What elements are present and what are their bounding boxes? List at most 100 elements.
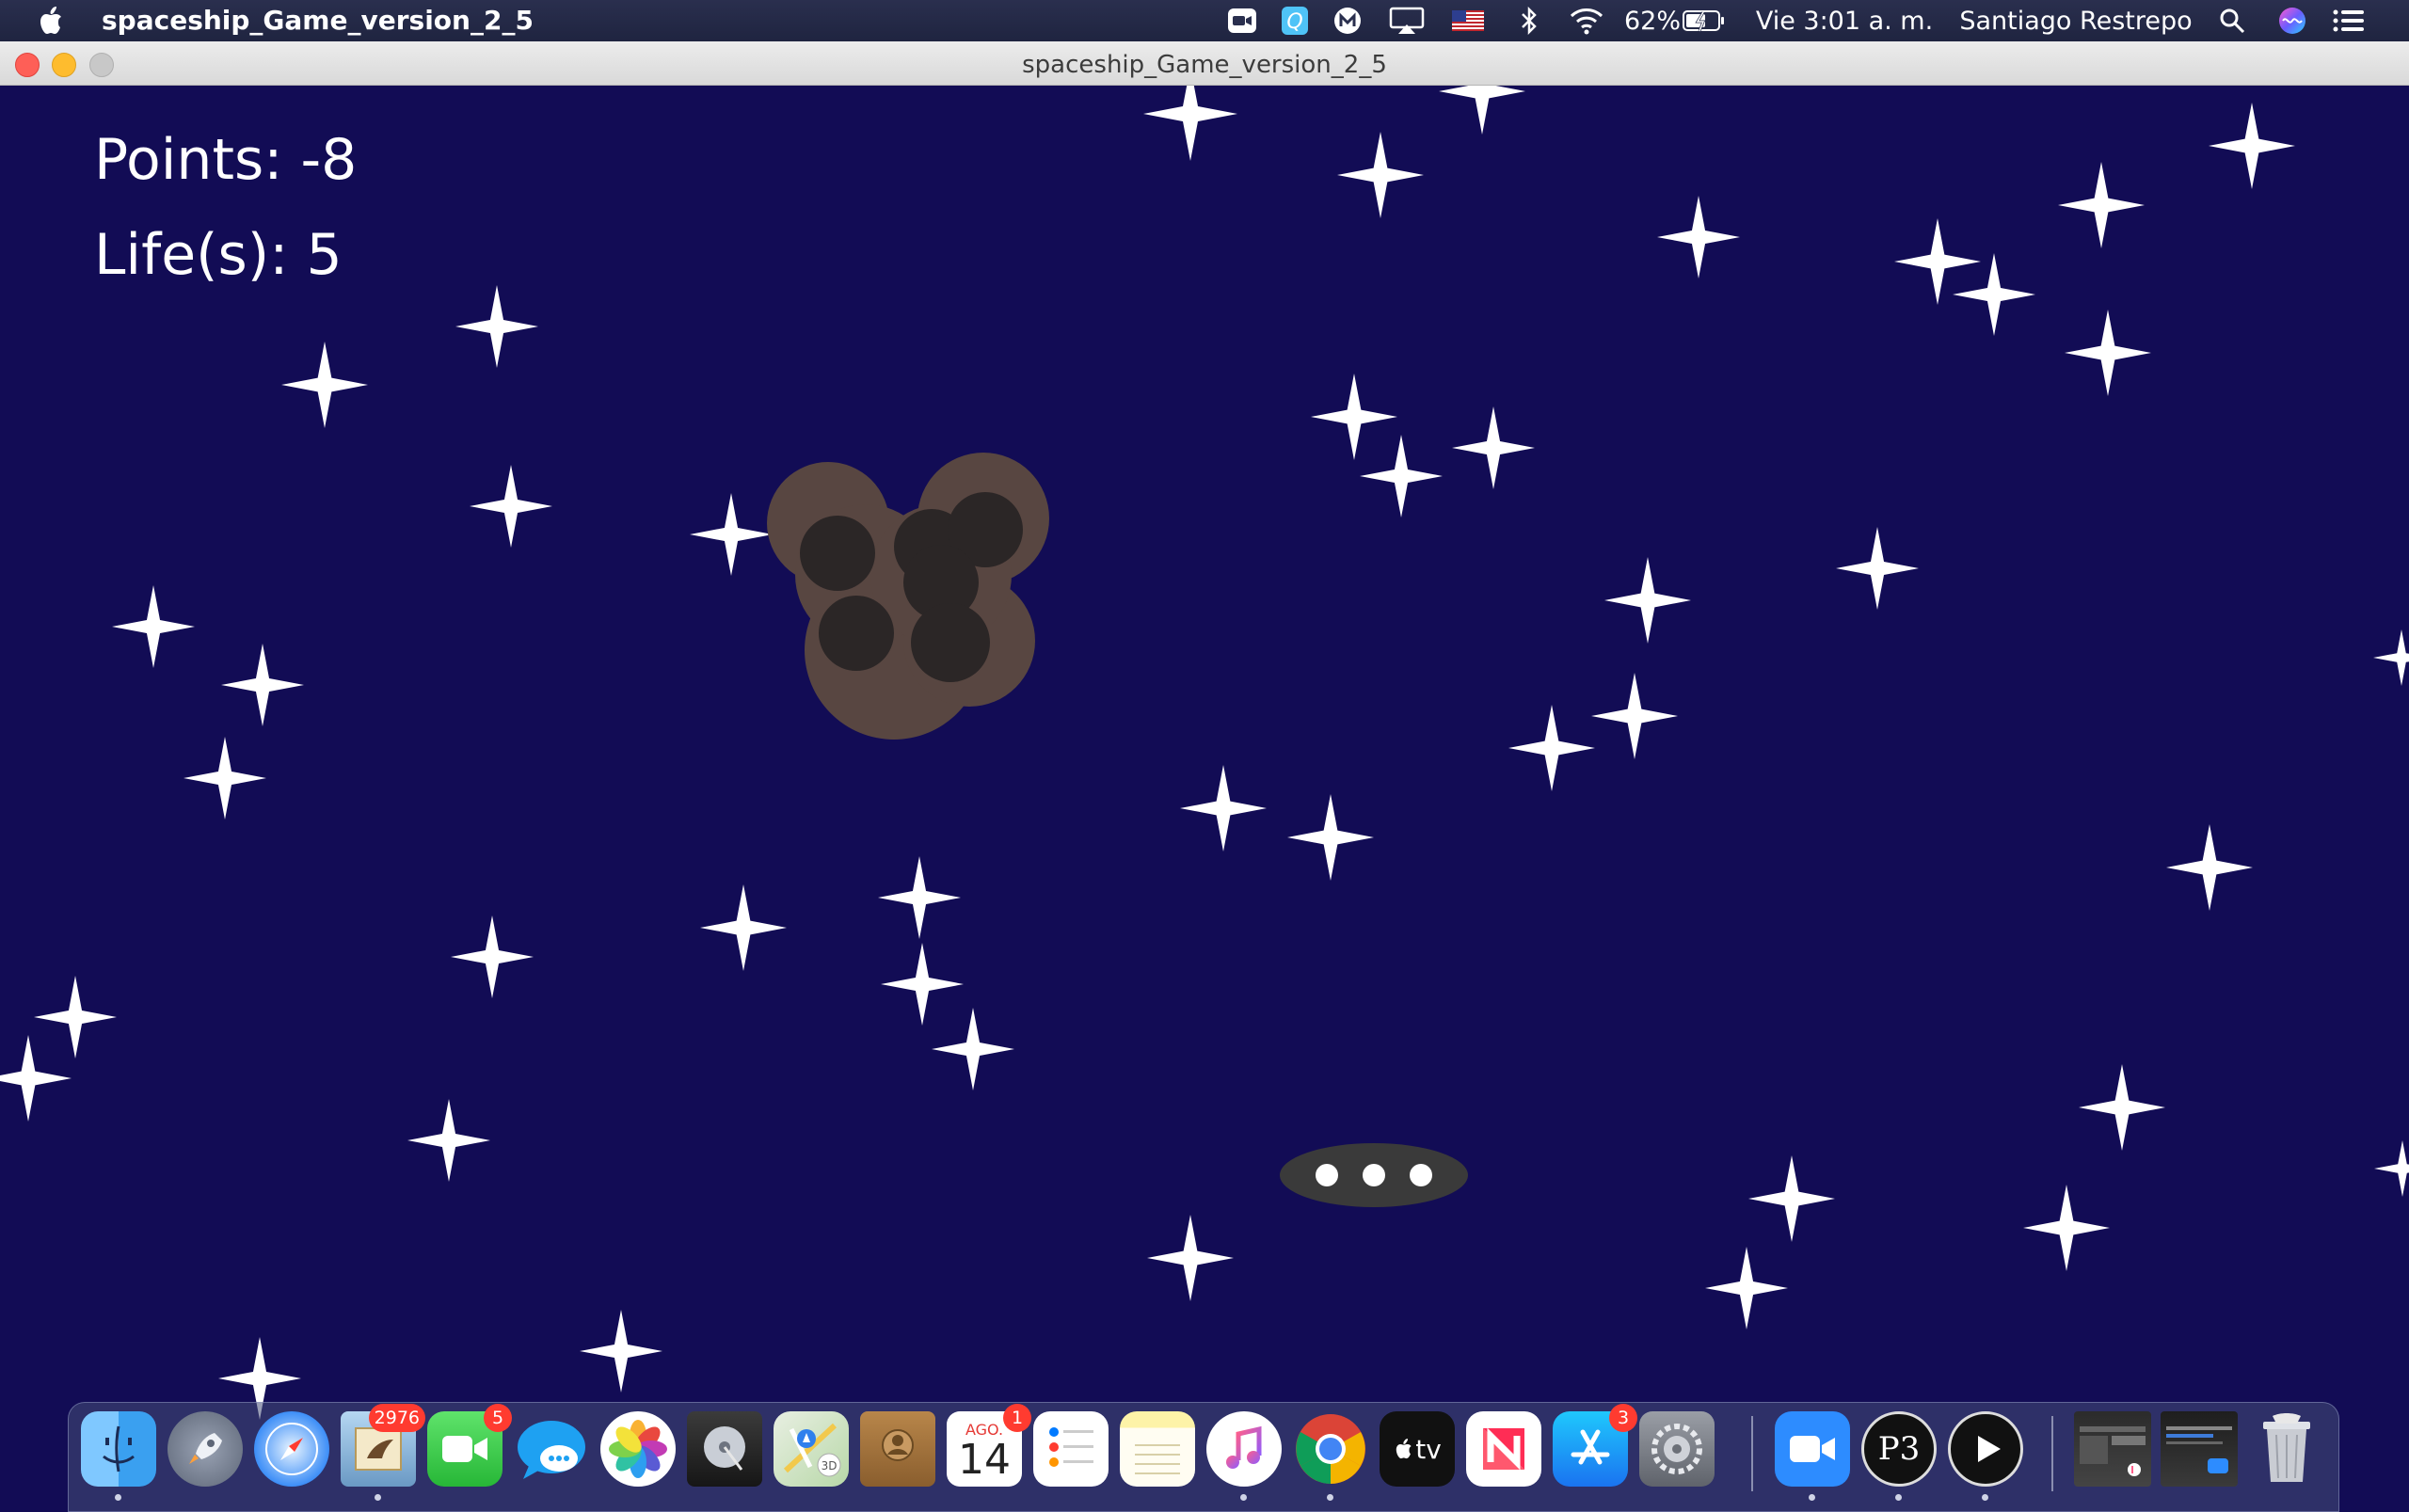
dock-separator (1751, 1416, 1753, 1491)
star (932, 1008, 1014, 1090)
window-title: spaceship_Game_version_2_5 (1022, 51, 1387, 79)
star (2373, 629, 2409, 686)
battery-percentage[interactable]: 62% (1624, 0, 1681, 41)
mail-running-indicator (375, 1494, 381, 1501)
siri-icon[interactable] (2275, 0, 2309, 41)
processing-player-icon[interactable] (1948, 1411, 2023, 1487)
recent-window-thumbnail[interactable] (2074, 1411, 2151, 1487)
zoom-icon[interactable] (1225, 0, 1259, 41)
star (1311, 374, 1397, 460)
apple-tv-label: tv (1415, 1433, 1442, 1465)
star (2065, 310, 2151, 396)
star (451, 915, 534, 998)
star (0, 1035, 72, 1122)
finder-running-indicator (115, 1494, 121, 1501)
apple-menu-icon[interactable] (36, 4, 64, 38)
calendar-icon[interactable]: AGO. 14 1 (947, 1404, 1031, 1487)
star (2079, 1064, 2165, 1151)
active-app-name[interactable]: spaceship_Game_version_2_5 (102, 5, 534, 36)
system-preferences-icon[interactable] (1639, 1411, 1715, 1487)
star (1748, 1155, 1835, 1242)
star (1508, 705, 1595, 791)
star (1452, 406, 1535, 489)
launchpad-icon[interactable] (168, 1411, 243, 1487)
search-icon[interactable] (2215, 0, 2249, 41)
star (2209, 103, 2295, 189)
svg-text:Q: Q (1286, 10, 1302, 34)
star (878, 856, 961, 939)
star (580, 1310, 662, 1393)
star (1705, 1247, 1788, 1329)
recent-window-thumbnail-2[interactable] (2161, 1411, 2238, 1487)
menu-clock[interactable]: Vie 3:01 a. m. (1756, 0, 1933, 41)
points-counter: Points: -8 (94, 127, 358, 193)
star (1439, 86, 1525, 135)
user-name[interactable]: Santiago Restrepo (1959, 0, 2193, 41)
star (221, 644, 304, 726)
facetime-badge: 5 (484, 1404, 512, 1432)
disk-utility-icon[interactable] (687, 1411, 762, 1487)
malwarebytes-icon[interactable] (1331, 0, 1364, 41)
star (1143, 86, 1237, 161)
processing-player-running-indicator (1982, 1494, 1988, 1501)
star (1836, 527, 1919, 610)
control-center-icon[interactable] (2330, 0, 2368, 41)
star (700, 884, 787, 971)
star (34, 976, 117, 1058)
news-icon[interactable] (1466, 1411, 1541, 1487)
processing-running-indicator (1895, 1494, 1902, 1501)
star (690, 493, 773, 576)
star (2058, 162, 2145, 248)
star (1337, 132, 1424, 218)
music-running-indicator (1240, 1494, 1247, 1501)
app-store-icon[interactable]: 3 (1553, 1404, 1637, 1487)
mail-badge: 2976 (368, 1404, 425, 1432)
chrome-icon[interactable] (1293, 1411, 1368, 1487)
wifi-icon[interactable] (1566, 0, 1607, 41)
photos-icon[interactable] (600, 1411, 676, 1487)
game-canvas[interactable]: Points: -8 Life(s): 5 (0, 86, 2409, 1505)
us-flag-icon[interactable] (1449, 0, 1487, 41)
quicktime-icon[interactable]: Q (1278, 0, 1312, 41)
bluetooth-icon[interactable] (1515, 0, 1543, 41)
zoom-running-indicator (1809, 1494, 1815, 1501)
trash-icon[interactable] (2249, 1411, 2324, 1487)
star (1591, 673, 1678, 759)
zoom-app-icon[interactable] (1775, 1411, 1850, 1487)
star (1657, 196, 1740, 279)
messages-icon[interactable] (514, 1411, 589, 1487)
svg-text:3D: 3D (822, 1459, 838, 1472)
star (2374, 1140, 2409, 1197)
menu-bar: spaceship_Game_version_2_5 Q 62% Vie 3:0… (0, 0, 2409, 41)
contacts-icon[interactable] (860, 1411, 935, 1487)
apple-tv-icon[interactable]: tv (1380, 1411, 1455, 1487)
star (455, 285, 538, 368)
starfield (0, 86, 2409, 1420)
processing-icon[interactable]: P3 (1861, 1411, 1937, 1487)
star (2166, 824, 2253, 911)
facetime-icon[interactable]: 5 (427, 1404, 512, 1487)
reminders-icon[interactable] (1033, 1411, 1109, 1487)
star (112, 585, 195, 668)
airplay-icon[interactable] (1387, 0, 1427, 41)
star (470, 465, 552, 548)
star (281, 342, 368, 428)
star (881, 943, 964, 1026)
star (1604, 557, 1691, 644)
star (1180, 765, 1267, 851)
window-title-bar: spaceship_Game_version_2_5 (0, 41, 2409, 86)
music-icon[interactable] (1206, 1411, 1282, 1487)
chrome-running-indicator (1327, 1494, 1333, 1501)
star (1287, 794, 1374, 881)
battery-icon[interactable] (1681, 0, 1728, 41)
app-store-badge: 3 (1609, 1404, 1637, 1432)
dock-separator-2 (2051, 1416, 2053, 1491)
maps-icon[interactable]: 3D (774, 1411, 849, 1487)
star (407, 1099, 490, 1182)
notes-icon[interactable] (1120, 1411, 1195, 1487)
safari-icon[interactable] (254, 1411, 329, 1487)
star (183, 737, 266, 820)
finder-icon[interactable] (81, 1411, 156, 1487)
mail-icon[interactable]: 2976 (341, 1404, 425, 1487)
calendar-badge: 1 (1003, 1404, 1031, 1432)
